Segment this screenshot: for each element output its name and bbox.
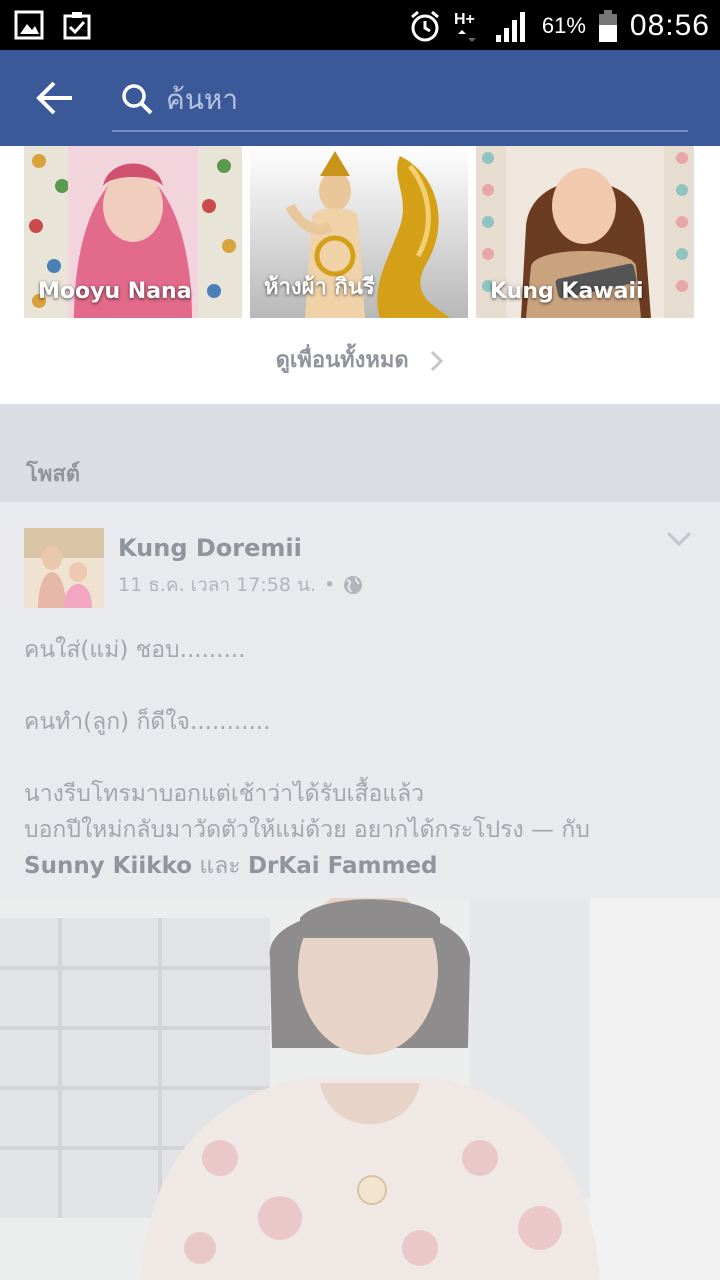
friend-card[interactable]: Kung Kawaii (476, 146, 694, 318)
post-line: บอกปีใหม่กลับมาวัดตัวให้แม่ด้วย อยากได้ก… (24, 817, 590, 843)
friend-card[interactable]: ห้างผ้า กินรี (250, 146, 468, 318)
friend-name: Mooyu Nana (38, 279, 192, 304)
battery-percent: 61% (541, 13, 586, 38)
network-hplus-icon: H+ (454, 11, 476, 42)
app-bar (0, 50, 720, 146)
post-photo[interactable] (0, 898, 720, 1280)
search-bar[interactable] (112, 72, 688, 132)
post-meta: 11 ธ.ค. เวลา 17:58 น. • (118, 570, 363, 600)
gallery-icon (14, 10, 44, 40)
posts-section-title: โพสต์ (26, 462, 81, 487)
posts-section-header: โพสต์ (0, 404, 720, 502)
see-all-friends-link[interactable]: ดูเพื่อนทั้งหมด (0, 342, 720, 377)
clipboard-check-icon (63, 12, 91, 40)
and-word: และ (199, 853, 241, 879)
back-arrow-icon[interactable] (34, 78, 78, 118)
post-line: คนใส่(แม่) ชอบ......... (24, 637, 246, 663)
friends-section: Mooyu Nana ห้างผ้า กินรี Kung Kawaii ดูเ… (0, 146, 720, 404)
tagged-user[interactable]: DrKai Fammed (248, 853, 438, 879)
see-all-label: ดูเพื่อนทั้งหมด (275, 348, 409, 373)
friend-name: ห้างผ้า กินรี (264, 275, 375, 300)
post-line: นางรีบโทรมาบอกแต่เช้าว่าได้รับเสื้อแล้ว (24, 781, 425, 807)
network-type-label: H+ (454, 11, 475, 28)
avatar[interactable] (24, 528, 104, 608)
post-line: คนทำ(ลูก) ก็ดีใจ........... (24, 709, 271, 735)
chevron-down-icon[interactable] (666, 530, 692, 548)
friend-name: Kung Kawaii (490, 279, 644, 304)
post-photo-image (0, 898, 720, 1280)
post-body: คนใส่(แม่) ชอบ......... คนทำ(ลูก) ก็ดีใจ… (24, 632, 696, 884)
signal-icon (495, 12, 525, 42)
globe-icon (344, 576, 363, 594)
post-tags-line: Sunny Kiikko และ DrKai Fammed (24, 848, 696, 884)
author-avatar-photo (24, 528, 104, 608)
meta-separator: • (323, 574, 336, 596)
post-card: Kung Doremii 11 ธ.ค. เวลา 17:58 น. • คนใ… (0, 504, 720, 898)
post-author[interactable]: Kung Doremii (118, 534, 302, 562)
alarm-icon (410, 10, 439, 42)
friend-card[interactable]: Mooyu Nana (24, 146, 242, 318)
post-timestamp[interactable]: 11 ธ.ค. เวลา 17:58 น. (118, 570, 316, 600)
status-bar: H+ 61% 08:56 (0, 0, 720, 50)
tagged-user[interactable]: Sunny Kiikko (24, 853, 192, 879)
search-icon (122, 84, 153, 115)
clock: 08:56 (629, 9, 710, 42)
chevron-right-icon (431, 350, 444, 372)
search-input[interactable] (166, 76, 666, 122)
battery-icon (598, 10, 617, 42)
